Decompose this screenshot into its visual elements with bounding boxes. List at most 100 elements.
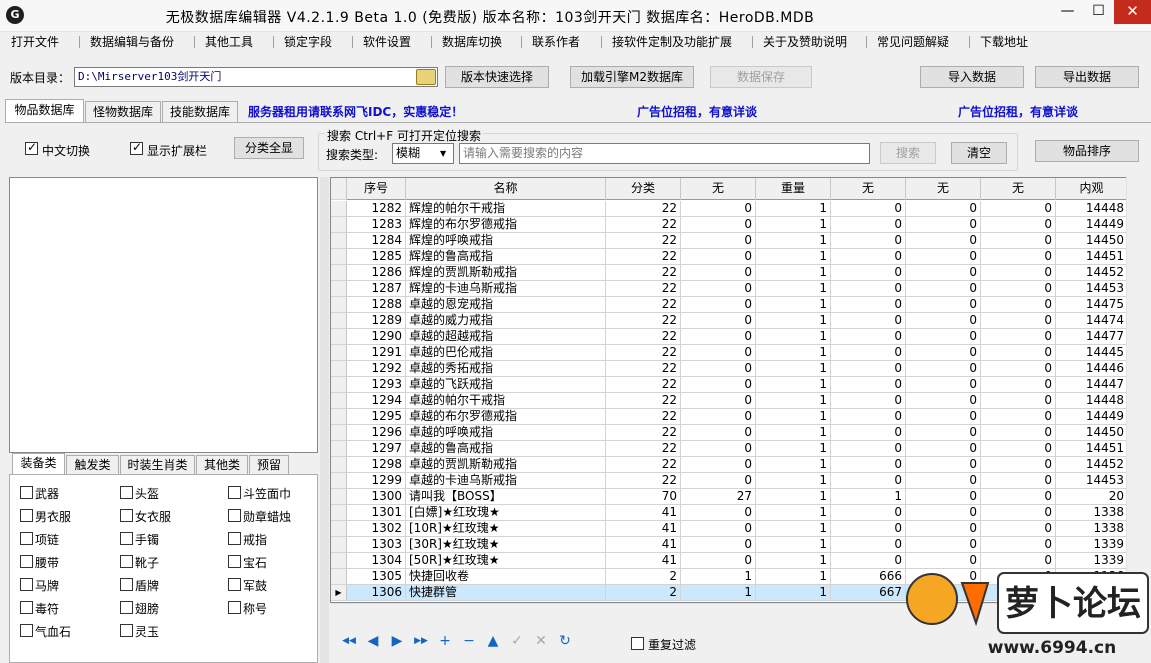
cell-none2[interactable]: 0 <box>831 345 906 361</box>
row-indicator[interactable] <box>331 569 347 585</box>
cell-none1[interactable]: 0 <box>681 313 756 329</box>
cell-look[interactable]: 14450 <box>1056 425 1128 441</box>
cell-weight[interactable]: 1 <box>756 489 831 505</box>
category-checkbox[interactable] <box>20 578 33 591</box>
cell-none4[interactable]: 0 <box>981 329 1056 345</box>
cell-name[interactable]: 卓越的超越戒指 <box>406 329 606 345</box>
cell-none2[interactable]: 0 <box>831 217 906 233</box>
cell-none3[interactable]: 0 <box>906 537 981 553</box>
cell-none2[interactable]: 0 <box>831 313 906 329</box>
cell-category[interactable]: 22 <box>606 425 681 441</box>
row-indicator[interactable] <box>331 441 347 457</box>
cell-none3[interactable]: 0 <box>906 281 981 297</box>
cell-none3[interactable]: 0 <box>906 345 981 361</box>
cell-weight[interactable]: 1 <box>756 233 831 249</box>
sort-items-button[interactable]: 物品排序 <box>1035 140 1139 162</box>
cell-seq[interactable]: 1293 <box>347 377 406 393</box>
cell-none1[interactable]: 0 <box>681 249 756 265</box>
delete-record-icon[interactable]: − <box>460 632 478 650</box>
cell-none1[interactable]: 0 <box>681 281 756 297</box>
cell-none1[interactable]: 0 <box>681 201 756 217</box>
cell-seq[interactable]: 1302 <box>347 521 406 537</box>
cell-none2[interactable]: 0 <box>831 265 906 281</box>
table-row[interactable]: 1291 卓越的巴伦戒指 22 0 1 0 0 0 14445 <box>331 345 1141 361</box>
cell-look[interactable]: 14449 <box>1056 217 1128 233</box>
cell-name[interactable]: 快捷群管 <box>406 585 606 601</box>
cell-none1[interactable]: 0 <box>681 409 756 425</box>
cell-none1[interactable]: 0 <box>681 553 756 569</box>
table-row[interactable]: 1293 卓越的飞跃戒指 22 0 1 0 0 0 14447 <box>331 377 1141 393</box>
cell-look[interactable]: 14450 <box>1056 233 1128 249</box>
cell-seq[interactable]: 1305 <box>347 569 406 585</box>
cell-name[interactable]: 快捷回收卷 <box>406 569 606 585</box>
cell-none2[interactable]: 0 <box>831 249 906 265</box>
category-checkbox[interactable] <box>120 601 133 614</box>
cell-none3[interactable]: 0 <box>906 249 981 265</box>
version-dir-input[interactable]: D:\Mirserver103剑开天门 <box>74 67 438 87</box>
cell-weight[interactable]: 1 <box>756 553 831 569</box>
cell-weight[interactable]: 1 <box>756 377 831 393</box>
menu-software-settings[interactable]: 软件设置 <box>363 33 411 51</box>
category-checkbox[interactable] <box>120 555 133 568</box>
cell-none1[interactable]: 0 <box>681 473 756 489</box>
table-row[interactable]: 1300 请叫我【BOSS】 70 27 1 1 0 0 20 <box>331 489 1141 505</box>
row-indicator[interactable] <box>331 473 347 489</box>
expand-all-button[interactable]: 分类全显 <box>234 137 304 159</box>
cell-none4[interactable]: 0 <box>981 281 1056 297</box>
category-tree[interactable] <box>9 177 318 453</box>
table-row[interactable]: 1301 [白嫖]★红玫瑰★ 41 0 1 0 0 0 1338 <box>331 505 1141 521</box>
cell-weight[interactable]: 1 <box>756 265 831 281</box>
cell-category[interactable]: 41 <box>606 537 681 553</box>
cell-none1[interactable]: 0 <box>681 393 756 409</box>
category-checkbox[interactable] <box>228 578 241 591</box>
cell-seq[interactable]: 1304 <box>347 553 406 569</box>
table-row[interactable]: 1289 卓越的威力戒指 22 0 1 0 0 0 14474 <box>331 313 1141 329</box>
row-indicator[interactable] <box>331 457 347 473</box>
import-data-button[interactable]: 导入数据 <box>920 66 1024 88</box>
tab-skills[interactable]: 技能数据库 <box>162 101 238 122</box>
cell-none1[interactable]: 1 <box>681 585 756 601</box>
cell-none4[interactable]: 0 <box>981 217 1056 233</box>
cell-seq[interactable]: 1298 <box>347 457 406 473</box>
cell-none3[interactable]: 0 <box>906 473 981 489</box>
cell-look[interactable]: 1339 <box>1056 537 1128 553</box>
cell-weight[interactable]: 1 <box>756 201 831 217</box>
cell-weight[interactable]: 1 <box>756 313 831 329</box>
column-header-weight[interactable]: 重量 <box>756 178 831 200</box>
cell-weight[interactable]: 1 <box>756 521 831 537</box>
cell-category[interactable]: 22 <box>606 281 681 297</box>
cell-none1[interactable]: 0 <box>681 505 756 521</box>
cell-none2[interactable]: 0 <box>831 361 906 377</box>
cell-seq[interactable]: 1299 <box>347 473 406 489</box>
category-checkbox[interactable] <box>228 601 241 614</box>
cell-seq[interactable]: 1284 <box>347 233 406 249</box>
cell-none4[interactable]: 0 <box>981 537 1056 553</box>
cell-name[interactable]: 卓越的恩宠戒指 <box>406 297 606 313</box>
cell-none4[interactable]: 0 <box>981 233 1056 249</box>
cell-name[interactable]: [50R]★红玫瑰★ <box>406 553 606 569</box>
cell-look[interactable]: 14452 <box>1056 457 1128 473</box>
load-m2-button[interactable]: 加载引擎M2数据库 <box>570 66 694 88</box>
category-checkbox[interactable] <box>20 509 33 522</box>
cell-none1[interactable]: 0 <box>681 265 756 281</box>
cell-weight[interactable]: 1 <box>756 409 831 425</box>
cell-look[interactable]: 14453 <box>1056 281 1128 297</box>
cell-name[interactable]: 辉煌的鲁高戒指 <box>406 249 606 265</box>
folder-open-icon[interactable] <box>416 69 436 85</box>
category-checkbox[interactable] <box>228 555 241 568</box>
category-checkbox[interactable] <box>228 532 241 545</box>
cell-none1[interactable]: 0 <box>681 537 756 553</box>
cell-none1[interactable]: 0 <box>681 377 756 393</box>
cell-category[interactable]: 2 <box>606 585 681 601</box>
close-button[interactable]: ✕ <box>1114 0 1151 24</box>
cell-none3[interactable]: 0 <box>906 233 981 249</box>
cell-none2[interactable]: 0 <box>831 553 906 569</box>
cell-look[interactable]: 14453 <box>1056 473 1128 489</box>
cell-name[interactable]: 卓越的卡迪乌斯戒指 <box>406 473 606 489</box>
category-tab-2[interactable]: 时装生肖类 <box>120 455 195 475</box>
row-indicator[interactable] <box>331 233 347 249</box>
cell-none2[interactable]: 0 <box>831 233 906 249</box>
cell-weight[interactable]: 1 <box>756 505 831 521</box>
cell-category[interactable]: 22 <box>606 457 681 473</box>
menu-about-sponsor[interactable]: 关于及赞助说明 <box>763 33 847 51</box>
